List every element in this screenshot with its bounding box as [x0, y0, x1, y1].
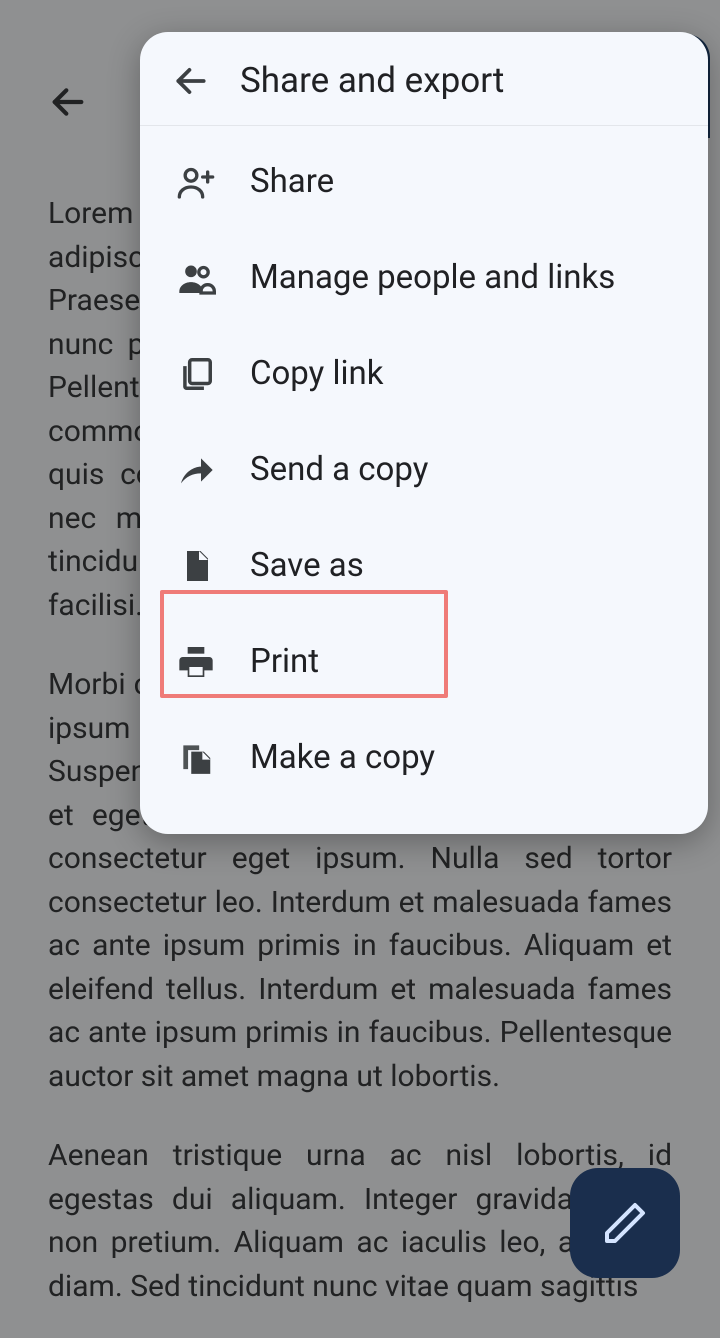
people-icon [172, 254, 220, 302]
menu-label: Share [250, 162, 334, 202]
menu-label: Copy link [250, 354, 383, 394]
share-export-sheet: Share and export Share Manage people and… [140, 32, 708, 834]
menu-label: Send a copy [250, 450, 428, 490]
menu-list: Share Manage people and links Copy link … [140, 126, 708, 814]
menu-item-save-as[interactable]: Save as [140, 518, 708, 614]
menu-item-make-copy[interactable]: Make a copy [140, 710, 708, 806]
file-copy-icon [172, 734, 220, 782]
pencil-icon [601, 1199, 649, 1247]
sheet-title: Share and export [240, 60, 504, 101]
menu-label: Make a copy [250, 738, 435, 778]
menu-label: Manage people and links [250, 258, 615, 298]
menu-item-print[interactable]: Print [140, 614, 708, 710]
file-icon [172, 542, 220, 590]
menu-item-send-copy[interactable]: Send a copy [140, 422, 708, 518]
menu-label: Save as [250, 546, 364, 586]
menu-item-share[interactable]: Share [140, 134, 708, 230]
edit-fab[interactable] [570, 1168, 680, 1278]
print-icon [172, 638, 220, 686]
sheet-back-icon[interactable] [172, 62, 210, 100]
menu-item-manage-people[interactable]: Manage people and links [140, 230, 708, 326]
copy-icon [172, 350, 220, 398]
menu-item-copy-link[interactable]: Copy link [140, 326, 708, 422]
send-arrow-icon [172, 446, 220, 494]
person-add-icon [172, 158, 220, 206]
menu-label: Print [250, 642, 319, 682]
sheet-header: Share and export [140, 32, 708, 126]
